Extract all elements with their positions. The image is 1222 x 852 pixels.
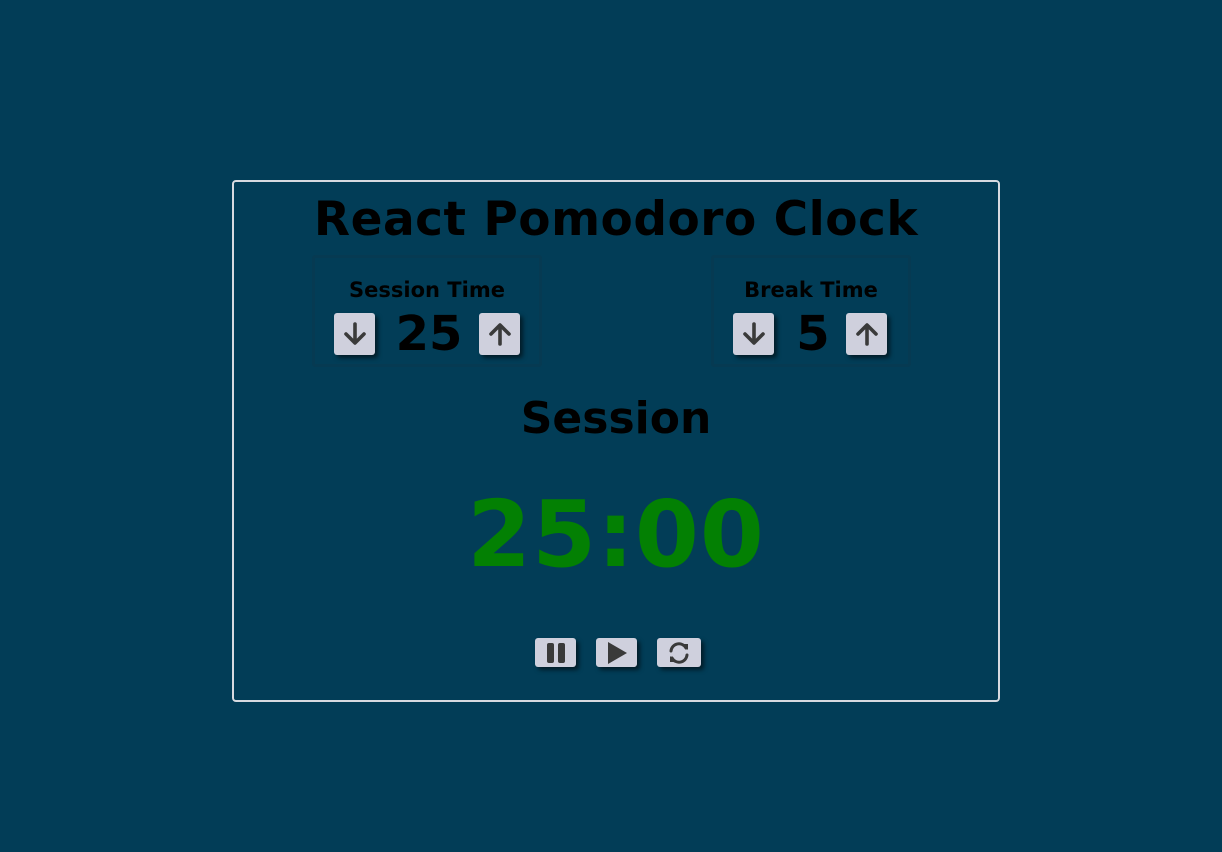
play-button[interactable] — [596, 638, 637, 667]
arrow-up-icon — [855, 323, 878, 346]
session-increment-button[interactable] — [479, 313, 520, 355]
break-time-label: Break Time — [744, 278, 878, 302]
break-decrement-button[interactable] — [733, 313, 774, 355]
clock-panel: React Pomodoro Clock Session Time 25 Bre… — [232, 180, 1000, 702]
break-time-control: Break Time 5 — [711, 255, 911, 367]
pause-button[interactable] — [535, 638, 576, 667]
timer-display: 25:00 — [467, 481, 765, 588]
session-time-label: Session Time — [349, 278, 505, 302]
arrow-up-icon — [488, 323, 511, 346]
break-increment-button[interactable] — [846, 313, 887, 355]
break-length-value: 5 — [796, 306, 830, 362]
session-time-control: Session Time 25 — [312, 255, 542, 367]
arrow-down-icon — [343, 322, 366, 345]
refresh-icon — [669, 641, 689, 664]
timer-phase-label: Session — [520, 393, 712, 444]
session-length-value: 25 — [395, 306, 463, 362]
session-decrement-button[interactable] — [334, 313, 375, 355]
play-icon — [607, 641, 627, 664]
pause-icon — [546, 642, 565, 663]
arrow-down-icon — [742, 322, 765, 345]
app-title: React Pomodoro Clock — [313, 192, 919, 247]
reset-button[interactable] — [657, 638, 701, 667]
